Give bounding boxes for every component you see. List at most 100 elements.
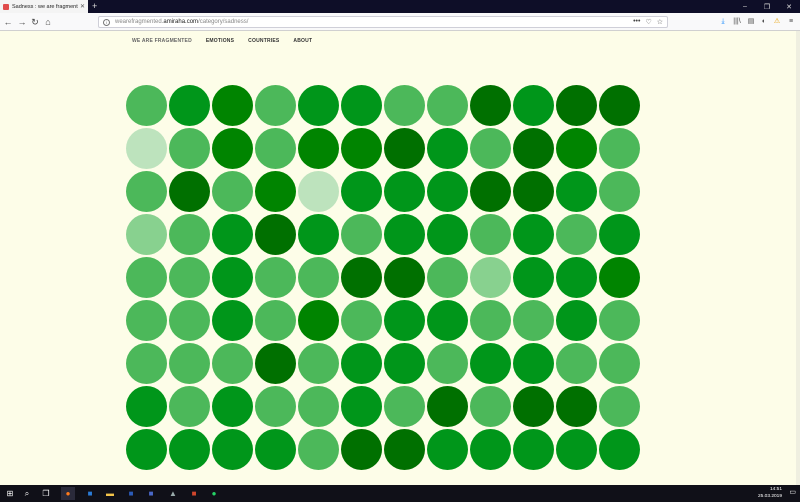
emotion-dot[interactable] bbox=[298, 429, 339, 470]
emotion-dot[interactable] bbox=[427, 214, 468, 255]
emotion-dot[interactable] bbox=[126, 128, 167, 169]
emotion-dot[interactable] bbox=[169, 85, 210, 126]
minimize-button[interactable]: – bbox=[734, 0, 756, 13]
emotion-dot[interactable] bbox=[341, 343, 382, 384]
emotion-dot[interactable] bbox=[384, 429, 425, 470]
emotion-dot[interactable] bbox=[599, 257, 640, 298]
emotion-dot[interactable] bbox=[212, 171, 253, 212]
site-brand-link[interactable]: WE ARE FRAGMENTED bbox=[132, 38, 192, 44]
emotion-dot[interactable] bbox=[255, 85, 296, 126]
emotion-dot[interactable] bbox=[513, 257, 554, 298]
emotion-dot[interactable] bbox=[126, 85, 167, 126]
app-icon[interactable]: ▲ bbox=[166, 487, 180, 500]
emotion-dot[interactable] bbox=[126, 386, 167, 427]
emotion-dot[interactable] bbox=[126, 171, 167, 212]
emotion-dot[interactable] bbox=[255, 257, 296, 298]
emotion-dot[interactable] bbox=[599, 214, 640, 255]
emotion-dot[interactable] bbox=[341, 128, 382, 169]
emotion-dot[interactable] bbox=[556, 343, 597, 384]
nav-link-about[interactable]: ABOUT bbox=[293, 38, 312, 44]
back-button[interactable]: ← bbox=[2, 16, 14, 28]
maximize-button[interactable]: ❐ bbox=[756, 0, 778, 13]
emotion-dot[interactable] bbox=[169, 300, 210, 341]
emotion-dot[interactable] bbox=[556, 386, 597, 427]
task-view-icon[interactable]: ❐ bbox=[39, 487, 53, 500]
emotion-dot[interactable] bbox=[212, 85, 253, 126]
emotion-dot[interactable] bbox=[298, 343, 339, 384]
emotion-dot[interactable] bbox=[298, 128, 339, 169]
emotion-dot[interactable] bbox=[212, 386, 253, 427]
emotion-dot[interactable] bbox=[556, 214, 597, 255]
emotion-dot[interactable] bbox=[298, 85, 339, 126]
close-window-button[interactable]: ✕ bbox=[778, 0, 800, 13]
emotion-dot[interactable] bbox=[255, 214, 296, 255]
emotion-dot[interactable] bbox=[384, 300, 425, 341]
emotion-dot[interactable] bbox=[341, 429, 382, 470]
sidebar-icon[interactable]: ▤ bbox=[746, 17, 756, 27]
emotion-dot[interactable] bbox=[341, 171, 382, 212]
emotion-dot[interactable] bbox=[556, 300, 597, 341]
emotion-dot[interactable] bbox=[169, 429, 210, 470]
emotion-dot[interactable] bbox=[384, 171, 425, 212]
emotion-dot[interactable] bbox=[298, 214, 339, 255]
emotion-dot[interactable] bbox=[341, 386, 382, 427]
emotion-dot[interactable] bbox=[513, 300, 554, 341]
emotion-dot[interactable] bbox=[470, 386, 511, 427]
emotion-dot[interactable] bbox=[169, 128, 210, 169]
emotion-dot[interactable] bbox=[427, 128, 468, 169]
emotion-dot[interactable] bbox=[427, 257, 468, 298]
emotion-dot[interactable] bbox=[513, 85, 554, 126]
emotion-dot[interactable] bbox=[126, 214, 167, 255]
pocket-icon[interactable]: ♡ bbox=[645, 18, 651, 26]
emotion-dot[interactable] bbox=[384, 214, 425, 255]
emotion-dot[interactable] bbox=[169, 214, 210, 255]
extension-warning-icon[interactable]: ⚠ bbox=[772, 17, 782, 27]
download-icon[interactable]: ⤓ bbox=[718, 17, 728, 27]
emotion-dot[interactable] bbox=[599, 386, 640, 427]
scrollbar[interactable] bbox=[796, 31, 800, 485]
emotion-dot[interactable] bbox=[513, 343, 554, 384]
emotion-dot[interactable] bbox=[470, 85, 511, 126]
teams-icon[interactable]: ■ bbox=[144, 487, 158, 500]
forward-button[interactable]: → bbox=[16, 16, 28, 28]
emotion-dot[interactable] bbox=[212, 343, 253, 384]
emotion-dot[interactable] bbox=[599, 85, 640, 126]
emotion-dot[interactable] bbox=[255, 343, 296, 384]
emotion-dot[interactable] bbox=[255, 171, 296, 212]
emotion-dot[interactable] bbox=[212, 300, 253, 341]
emotion-dot[interactable] bbox=[470, 300, 511, 341]
nav-link-countries[interactable]: COUNTRIES bbox=[248, 38, 279, 44]
notifications-icon[interactable]: ▭ bbox=[789, 488, 796, 496]
taskbar-clock[interactable]: 14:51 25.03.2019 bbox=[758, 487, 782, 500]
emotion-dot[interactable] bbox=[599, 171, 640, 212]
emotion-dot[interactable] bbox=[169, 171, 210, 212]
emotion-dot[interactable] bbox=[427, 85, 468, 126]
emotion-dot[interactable] bbox=[599, 300, 640, 341]
emotion-dot[interactable] bbox=[212, 214, 253, 255]
emotion-dot[interactable] bbox=[384, 257, 425, 298]
emotion-dot[interactable] bbox=[427, 343, 468, 384]
emotion-dot[interactable] bbox=[513, 214, 554, 255]
word-icon[interactable]: ■ bbox=[124, 487, 138, 500]
search-icon[interactable]: ⌕ bbox=[20, 487, 34, 500]
emotion-dot[interactable] bbox=[212, 257, 253, 298]
emotion-dot[interactable] bbox=[556, 128, 597, 169]
emotion-dot[interactable] bbox=[341, 85, 382, 126]
emotion-dot[interactable] bbox=[470, 214, 511, 255]
bookmark-star-icon[interactable]: ☆ bbox=[657, 18, 663, 26]
emotion-dot[interactable] bbox=[513, 171, 554, 212]
emotion-dot[interactable] bbox=[513, 386, 554, 427]
emotion-dot[interactable] bbox=[341, 300, 382, 341]
emotion-dot[interactable] bbox=[298, 257, 339, 298]
emotion-dot[interactable] bbox=[126, 257, 167, 298]
emotion-dot[interactable] bbox=[126, 343, 167, 384]
emotion-dot[interactable] bbox=[341, 257, 382, 298]
emotion-dot[interactable] bbox=[599, 429, 640, 470]
emotion-dot[interactable] bbox=[212, 128, 253, 169]
emotion-dot[interactable] bbox=[255, 128, 296, 169]
reload-button[interactable]: ↻ bbox=[29, 16, 41, 28]
emotion-dot[interactable] bbox=[470, 257, 511, 298]
new-tab-button[interactable]: + bbox=[92, 1, 97, 12]
emotion-dot[interactable] bbox=[169, 343, 210, 384]
menu-icon[interactable]: ≡ bbox=[786, 17, 796, 27]
